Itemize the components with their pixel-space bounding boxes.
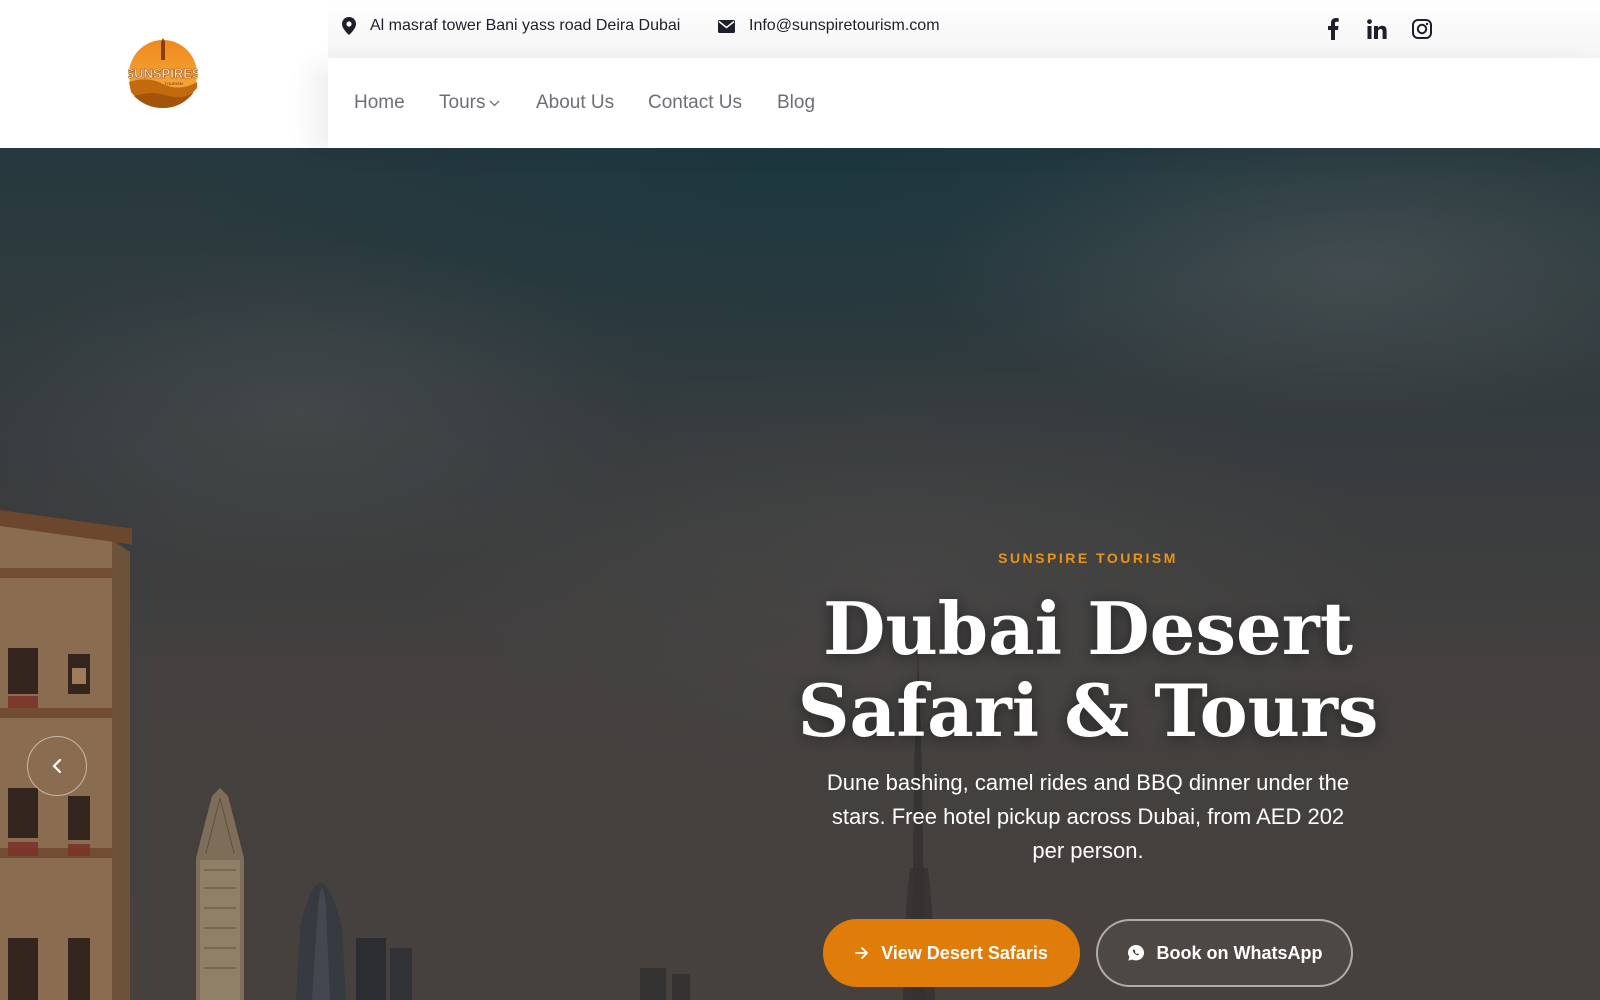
nav-contact-us[interactable]: Contact Us [648, 92, 742, 114]
linkedin-link[interactable] [1364, 16, 1390, 42]
view-desert-safaris-button[interactable]: View Desert Safaris [823, 919, 1080, 987]
nav-contact-label: Contact Us [648, 92, 742, 113]
nav-home-label: Home [354, 92, 405, 113]
site-header: SUNSPIRES TOURISM Al masraf tower Bani y… [0, 0, 1600, 148]
map-pin-icon [342, 17, 356, 35]
hero-subtitle: Dune bashing, camel rides and BBQ dinner… [826, 770, 1350, 863]
book-on-whatsapp-button[interactable]: Book on WhatsApp [1096, 919, 1353, 987]
hero-title-line2: Safari & Tours [797, 668, 1379, 753]
nav-tours[interactable]: Tours [439, 92, 500, 114]
envelope-icon [718, 19, 735, 33]
logo-text: SUNSPIRES [128, 66, 198, 81]
view-desert-safaris-label: View Desert Safaris [881, 942, 1048, 963]
chevron-down-icon [490, 100, 500, 106]
email-link[interactable]: Info@sunspiretourism.com [749, 17, 940, 35]
hero-dark-overlay [0, 148, 1600, 1000]
slider-prev-button[interactable] [27, 736, 87, 796]
nav-home[interactable]: Home [354, 92, 405, 114]
address-text: Al masraf tower Bani yass road Deira Dub… [370, 17, 681, 34]
nav-tours-label: Tours [439, 92, 486, 113]
nav-blog[interactable]: Blog [777, 92, 815, 114]
hero-section: SUNSPIRE TOURISM Dubai Desert Safari & T… [0, 148, 1600, 1000]
hero-title: Dubai Desert Safari & Tours [780, 588, 1396, 752]
hero-eyebrow: SUNSPIRE TOURISM [998, 550, 1178, 566]
nav-blog-label: Blog [777, 92, 816, 113]
nav-about-label: About Us [536, 92, 615, 113]
instagram-icon [1412, 19, 1432, 39]
whatsapp-icon [1127, 945, 1144, 961]
top-info-bar: Al masraf tower Bani yass road Deira Dub… [328, 0, 1600, 58]
hero-title-line1: Dubai Desert [823, 586, 1353, 671]
book-on-whatsapp-label: Book on WhatsApp [1156, 942, 1323, 963]
sunspires-logo-icon: SUNSPIRES TOURISM [125, 38, 201, 108]
facebook-link[interactable] [1320, 16, 1346, 42]
instagram-link[interactable] [1409, 16, 1435, 42]
chevron-left-icon [52, 758, 62, 774]
facebook-icon [1328, 18, 1339, 40]
arrow-right-icon [855, 947, 869, 959]
logo-subtext: TOURISM [165, 81, 183, 86]
address-info: Al masraf tower Bani yass road Deira Dub… [342, 17, 680, 35]
site-logo[interactable]: SUNSPIRES TOURISM [125, 38, 201, 112]
main-nav: Home Tours About Us Contact Us Blog [328, 58, 1600, 148]
linkedin-icon [1367, 19, 1387, 39]
email-info[interactable]: Info@sunspiretourism.com [718, 17, 940, 35]
nav-about-us[interactable]: About Us [536, 92, 614, 114]
